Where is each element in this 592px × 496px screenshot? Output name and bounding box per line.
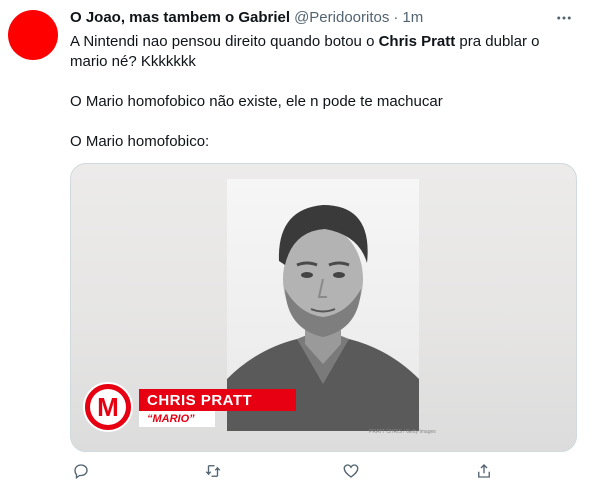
tweet: O Joao, mas tambem o Gabriel @Peridoorit… [70,8,580,172]
display-name[interactable]: O Joao, mas tambem o Gabriel [70,8,290,28]
role-label: “MARIO” [139,411,215,427]
photo-credit: PRATT CHRIS / Getty Images [369,429,436,435]
retweet-icon[interactable] [202,460,224,482]
tweet-text: A Nintendi nao pensou direito quando bot… [70,32,570,152]
tweet-header: O Joao, mas tambem o Gabriel @Peridoorit… [70,8,580,28]
logo-letter: M [90,389,126,425]
text-segment: A Nintendi nao pensou direito quando bot… [70,33,379,50]
nameplate: CHRIS PRATT [139,389,296,411]
handle[interactable]: @Peridooritos [294,8,389,28]
mario-logo-icon: M [83,382,133,432]
tweet-actions [70,460,500,482]
lower-third-graphic: M CHRIS PRATT “MARIO” [83,382,313,436]
share-icon[interactable] [473,460,495,482]
tweet-media[interactable]: PRATT CHRIS / Getty Images M CHRIS PRATT… [70,163,577,452]
timestamp[interactable]: 1m [402,8,423,28]
tweet-line-1: A Nintendi nao pensou direito quando bot… [70,32,570,72]
like-icon[interactable] [340,460,362,482]
more-horizontal-icon[interactable] [552,8,576,28]
tweet-line-3: O Mario homofobico: [70,133,210,150]
reply-icon[interactable] [70,460,92,482]
separator: · [393,9,399,26]
tweet-line-2: O Mario homofobico não existe, ele n pod… [70,93,443,110]
bold-text: Chris Pratt [378,33,456,50]
avatar[interactable] [8,10,58,60]
